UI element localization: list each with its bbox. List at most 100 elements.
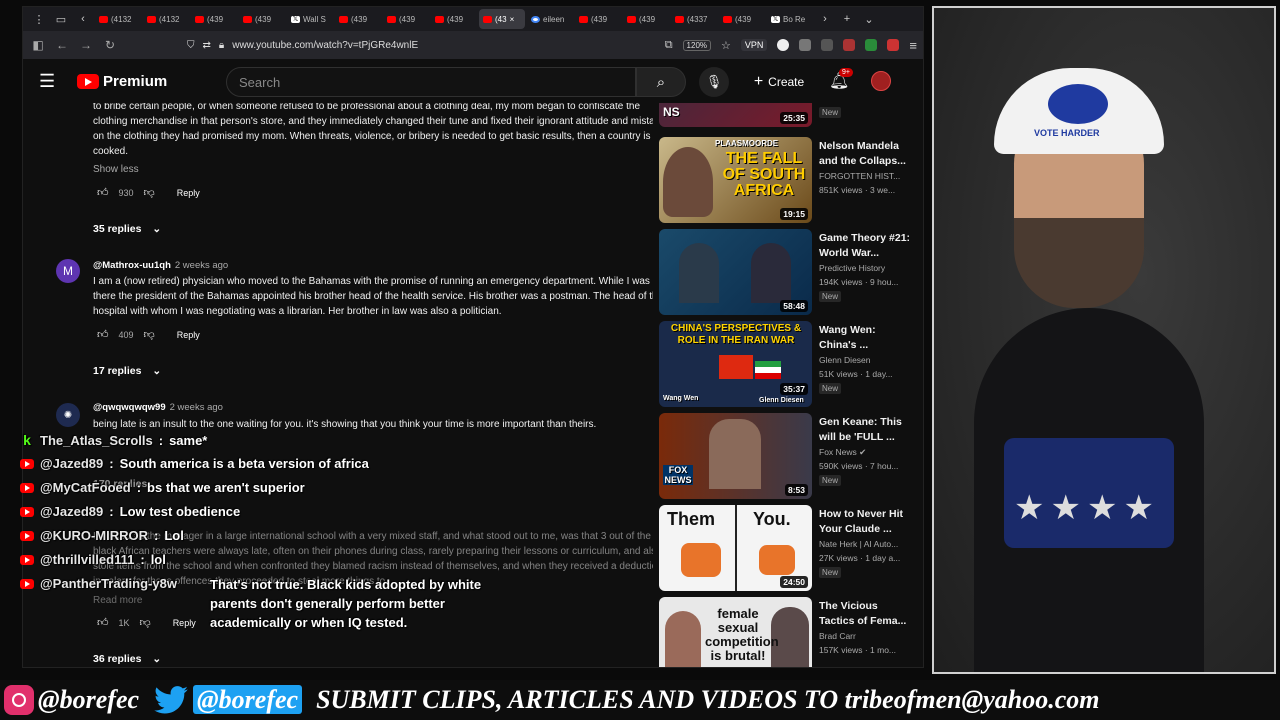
back-icon[interactable]: ← bbox=[55, 38, 69, 52]
video-card[interactable]: 58:48 Game Theory #21: World War... Pred… bbox=[659, 229, 923, 315]
view-replies-button[interactable]: 17 replies ⌄ bbox=[93, 364, 161, 379]
bookmark-star-icon[interactable]: ☆ bbox=[721, 39, 731, 52]
extension-icon[interactable] bbox=[865, 39, 878, 51]
video-thumbnail[interactable]: female sexual competition is brutal! bbox=[659, 597, 812, 667]
youtube-premium-logo[interactable]: Premium bbox=[77, 73, 227, 90]
channel-name[interactable]: FORGOTTEN HIST... bbox=[819, 171, 900, 181]
puzzle-icon[interactable] bbox=[799, 39, 812, 51]
comment-time[interactable]: 2 weeks ago bbox=[170, 402, 223, 413]
comment-time[interactable]: 2 weeks ago bbox=[175, 260, 228, 271]
avatar[interactable]: ✺ bbox=[56, 403, 80, 427]
comment-more-icon[interactable]: ⋮ bbox=[649, 259, 653, 272]
show-less-link[interactable]: Show less bbox=[93, 162, 139, 177]
comment-author[interactable]: @qwqwqwqw99 2 weeks ago bbox=[93, 400, 223, 415]
sidebar-icon[interactable]: ◧ bbox=[31, 38, 45, 52]
channel-name[interactable]: Fox News ✔︎ bbox=[819, 447, 866, 458]
video-thumbnail[interactable]: PLAASMOORDE THE FALL OF SOUTH AFRICA 19:… bbox=[659, 137, 812, 223]
extension-icon[interactable] bbox=[887, 39, 900, 51]
browser-tab[interactable]: (439 bbox=[383, 9, 429, 29]
account-avatar[interactable] bbox=[871, 71, 891, 91]
video-title[interactable]: The Vicious Tactics of Fema... bbox=[819, 599, 915, 629]
author-handle[interactable]: @qwqwqwqw99 bbox=[93, 402, 166, 413]
like-icon[interactable]: 👍︎ bbox=[97, 328, 109, 343]
comment-more-icon[interactable]: ⋮ bbox=[649, 401, 653, 414]
video-thumbnail[interactable]: NS 25:35 bbox=[659, 103, 812, 127]
channel-name[interactable]: Predictive History bbox=[819, 263, 885, 273]
view-replies-button[interactable]: 35 replies ⌄ bbox=[93, 222, 161, 237]
browser-menu-icon[interactable]: ≡ bbox=[909, 38, 917, 53]
voice-search-button[interactable]: 🎙︎ bbox=[699, 67, 729, 97]
video-title[interactable]: Wang Wen: China's ... bbox=[819, 323, 915, 353]
like-icon[interactable]: 👍︎ bbox=[97, 616, 109, 631]
zoom-badge[interactable]: 120% bbox=[682, 39, 712, 51]
browser-tab[interactable]: eileen bbox=[527, 9, 573, 29]
browser-tab[interactable]: (43 × bbox=[479, 9, 525, 29]
tab-scroll-right-icon[interactable]: › bbox=[815, 9, 835, 29]
tab-scroll-left-icon[interactable]: ‹ bbox=[73, 9, 93, 29]
video-card[interactable]: female sexual competition is brutal! The… bbox=[659, 597, 923, 667]
browser-tab[interactable]: (4337 bbox=[671, 9, 717, 29]
dislike-icon[interactable]: 👎︎ bbox=[144, 186, 155, 201]
browser-tab[interactable]: (439 bbox=[575, 9, 621, 29]
avatar[interactable]: M bbox=[56, 259, 80, 283]
reply-button[interactable]: Reply bbox=[177, 186, 200, 201]
dislike-icon[interactable]: 👎︎ bbox=[144, 328, 155, 343]
video-card[interactable]: Them You. 24:50 How to Never Hit Your Cl… bbox=[659, 505, 923, 591]
tab-list-icon[interactable]: ⌄ bbox=[859, 9, 879, 29]
url-text[interactable]: www.youtube.com/watch?v=tPjGRe4wnlE bbox=[232, 40, 418, 51]
search-input[interactable]: Search bbox=[226, 67, 636, 97]
create-button[interactable]: + Create bbox=[747, 67, 811, 97]
browser-tab[interactable]: (4132 bbox=[143, 9, 189, 29]
site-settings-icon[interactable]: ⇄ bbox=[203, 40, 211, 51]
tab-search-icon[interactable]: ⋮ bbox=[29, 9, 49, 29]
new-tab-icon[interactable]: + bbox=[837, 9, 857, 29]
extension-icon[interactable] bbox=[777, 39, 790, 51]
video-thumbnail[interactable]: Them You. 24:50 bbox=[659, 505, 812, 591]
video-title[interactable]: Gen Keane: This will be 'FULL ... bbox=[819, 415, 915, 445]
reload-icon[interactable]: ↻ bbox=[103, 38, 117, 52]
channel-name[interactable]: Glenn Diesen bbox=[819, 355, 871, 365]
forward-icon[interactable]: → bbox=[79, 38, 93, 52]
browser-tab[interactable]: (4132 bbox=[95, 9, 141, 29]
reply-button[interactable]: Reply bbox=[173, 616, 196, 631]
browser-tab[interactable]: (439 bbox=[431, 9, 477, 29]
comment-more-icon[interactable]: ⋮ bbox=[649, 511, 653, 524]
video-card[interactable]: FOX NEWS 8:53 Gen Keane: This will be 'F… bbox=[659, 413, 923, 499]
like-icon[interactable]: 👍︎ bbox=[97, 186, 109, 201]
search-button[interactable]: ⌕ bbox=[636, 67, 686, 97]
url-field[interactable]: ⛉ ⇄ 🔒︎ www.youtube.com/watch?v=tPjGRe4wn… bbox=[187, 35, 655, 55]
browser-tab[interactable]: (439 bbox=[239, 9, 285, 29]
dislike-icon[interactable]: 👎︎ bbox=[140, 616, 151, 631]
view-replies-button[interactable]: 36 replies ⌄ bbox=[93, 652, 161, 667]
channel-name[interactable]: Nate Herk | AI Auto... bbox=[819, 539, 898, 549]
browser-tab[interactable]: 𝕏 Bo Re bbox=[767, 9, 813, 29]
video-title[interactable]: Game Theory #21: World War... bbox=[819, 231, 915, 261]
extension-icon[interactable] bbox=[843, 39, 856, 51]
reply-button[interactable]: Reply bbox=[177, 328, 200, 343]
video-card[interactable]: PLAASMOORDE THE FALL OF SOUTH AFRICA 19:… bbox=[659, 137, 923, 223]
author-handle[interactable]: @Mathrox-uu1qh bbox=[93, 260, 171, 271]
close-tab-icon[interactable]: × bbox=[510, 15, 515, 24]
vpn-button[interactable]: VPN bbox=[740, 39, 768, 51]
video-duration: 24:50 bbox=[780, 576, 808, 588]
video-card[interactable]: CHINA'S PERSPECTIVES & ROLE IN THE IRAN … bbox=[659, 321, 923, 407]
hamburger-menu-icon[interactable]: ☰ bbox=[39, 71, 67, 92]
video-thumbnail[interactable]: CHINA'S PERSPECTIVES & ROLE IN THE IRAN … bbox=[659, 321, 812, 407]
comment-author[interactable]: @Mathrox-uu1qh 2 weeks ago bbox=[93, 258, 228, 273]
video-thumbnail[interactable]: FOX NEWS 8:53 bbox=[659, 413, 812, 499]
lock-icon[interactable]: 🔒︎ bbox=[219, 40, 224, 51]
shield-icon[interactable]: ⛉ bbox=[187, 40, 195, 51]
video-thumbnail[interactable]: 58:48 bbox=[659, 229, 812, 315]
extension-icon[interactable] bbox=[821, 39, 834, 51]
browser-tab[interactable]: (439 bbox=[335, 9, 381, 29]
video-card[interactable]: NS 25:35 New bbox=[659, 103, 923, 127]
browser-tab[interactable]: (439 bbox=[191, 9, 237, 29]
browser-tab[interactable]: (439 bbox=[623, 9, 669, 29]
video-title[interactable]: How to Never Hit Your Claude ... bbox=[819, 507, 915, 537]
channel-name[interactable]: Brad Carr bbox=[819, 631, 856, 641]
browser-tab[interactable]: (439 bbox=[719, 9, 765, 29]
browser-tab[interactable]: 𝕏 Wall S bbox=[287, 9, 333, 29]
video-title[interactable]: Nelson Mandela and the Collaps... bbox=[819, 139, 915, 169]
screenshot-icon[interactable]: ⧉ bbox=[665, 39, 673, 52]
sidebar-toggle-icon[interactable]: ▭ bbox=[51, 9, 71, 29]
